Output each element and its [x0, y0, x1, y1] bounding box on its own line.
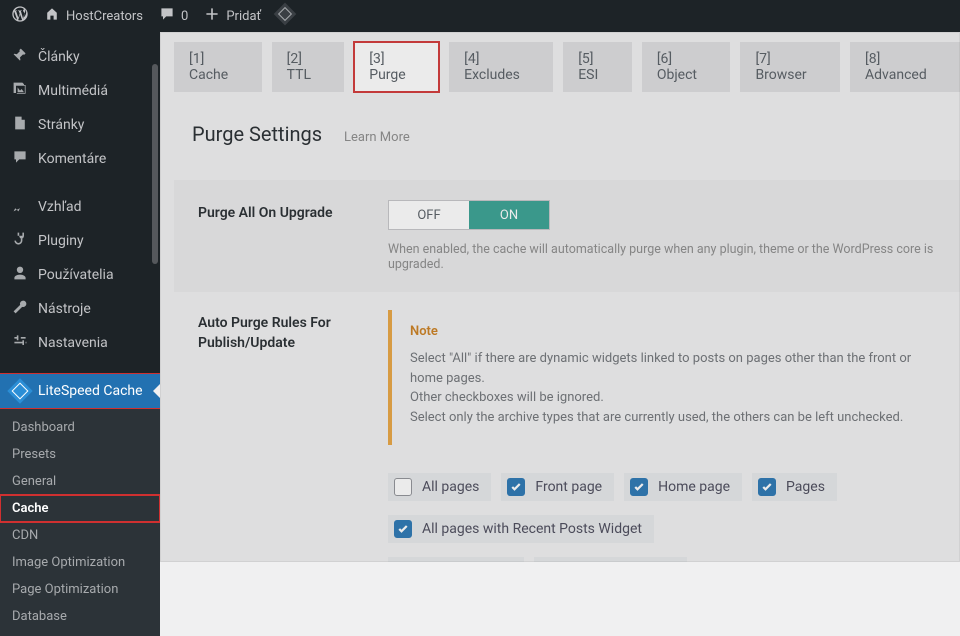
- purge-all-help: When enabled, the cache will automatical…: [388, 242, 960, 272]
- sidebar-item-label: Vzhľad: [38, 199, 82, 215]
- home-icon: [44, 6, 60, 26]
- learn-more-link[interactable]: Learn More: [344, 130, 410, 145]
- check-front-page[interactable]: Front page: [501, 473, 614, 501]
- tab-esi[interactable]: [5] ESI: [563, 42, 632, 92]
- site-name-label: HostCreators: [66, 9, 143, 24]
- media-icon: [10, 81, 30, 101]
- sidebar-item-label: Nastavenia: [38, 335, 108, 351]
- note-line: Select "All" if there are dynamic widget…: [410, 349, 930, 388]
- sidebar-item-litespeed[interactable]: LiteSpeed Cache: [0, 374, 160, 408]
- note-box: Note Select "All" if there are dynamic w…: [388, 310, 948, 445]
- litespeed-submenu: Dashboard Presets General Cache CDN Imag…: [0, 408, 160, 636]
- check-post-type-archive[interactable]: Post type archive: [534, 557, 687, 562]
- comments[interactable]: 0: [151, 0, 196, 32]
- sidebar-item-label: Nástroje: [38, 301, 91, 317]
- sidebar-item-label: LiteSpeed Cache: [38, 383, 143, 399]
- comment-icon: [159, 6, 175, 26]
- tab-ttl[interactable]: [2] TTL: [272, 42, 345, 92]
- tab-object[interactable]: [6] Object: [642, 42, 731, 92]
- page-icon: [10, 115, 30, 135]
- checkbox[interactable]: [394, 478, 412, 496]
- toggle-off[interactable]: OFF: [389, 201, 469, 229]
- litespeed-icon: [277, 6, 293, 26]
- sidebar-item-users[interactable]: Používatelia: [0, 258, 160, 292]
- checkbox[interactable]: [630, 478, 648, 496]
- check-label: All pages with Recent Posts Widget: [422, 521, 642, 537]
- tab-browser[interactable]: [7] Browser: [740, 42, 840, 92]
- main-content: [1] Cache [2] TTL [3] Purge [4] Excludes…: [160, 32, 960, 562]
- note-line: Select only the archive types that are c…: [410, 408, 930, 428]
- purge-checkboxes: All pages Front page Home page Page: [388, 473, 948, 562]
- litespeed-adminbar[interactable]: [269, 0, 301, 32]
- tab-excludes[interactable]: [4] Excludes: [449, 42, 553, 92]
- tab-cache[interactable]: [1] Cache: [174, 42, 262, 92]
- note-line: Other checkboxes will be ignored.: [410, 388, 930, 408]
- sidebar-item-label: Používatelia: [38, 267, 114, 283]
- wordpress-icon: [12, 6, 28, 26]
- auto-purge-label: Auto Purge Rules For Publish/Update: [198, 310, 388, 353]
- submenu-cache[interactable]: Cache: [0, 495, 160, 522]
- comments-count: 0: [181, 9, 188, 24]
- sidebar-item-appearance[interactable]: Vzhľad: [0, 190, 160, 224]
- checkbox[interactable]: [507, 478, 525, 496]
- purge-all-toggle[interactable]: OFF ON: [388, 200, 550, 230]
- check-label: All pages: [422, 479, 479, 495]
- tabs: [1] Cache [2] TTL [3] Purge [4] Excludes…: [174, 42, 960, 92]
- submenu-general[interactable]: General: [0, 468, 160, 495]
- sliders-icon: [10, 333, 30, 353]
- comment-icon: [10, 149, 30, 169]
- checkbox[interactable]: [394, 520, 412, 538]
- wrench-icon: [10, 299, 30, 319]
- admin-bar: HostCreators 0 Pridať: [0, 0, 960, 32]
- check-label: Home page: [658, 479, 730, 495]
- site-name[interactable]: HostCreators: [36, 0, 151, 32]
- check-home-page[interactable]: Home page: [624, 473, 742, 501]
- check-label: Pages: [786, 479, 825, 495]
- sidebar-item-posts[interactable]: Články: [0, 40, 160, 74]
- tab-advanced[interactable]: [8] Advanced: [850, 42, 960, 92]
- add-new[interactable]: Pridať: [196, 0, 269, 32]
- check-pages[interactable]: Pages: [752, 473, 837, 501]
- submenu-page-optimization[interactable]: Page Optimization: [0, 576, 160, 603]
- submenu-image-optimization[interactable]: Image Optimization: [0, 549, 160, 576]
- panel-purge-all: Purge All On Upgrade OFF ON When enabled…: [174, 180, 960, 292]
- check-recent-posts[interactable]: All pages with Recent Posts Widget: [388, 515, 654, 543]
- check-all-pages[interactable]: All pages: [388, 473, 491, 501]
- check-label: Front page: [535, 479, 602, 495]
- submenu-database[interactable]: Database: [0, 603, 160, 630]
- user-icon: [10, 265, 30, 285]
- panel-auto-purge: Auto Purge Rules For Publish/Update Note…: [174, 296, 960, 562]
- sidebar-item-tools[interactable]: Nástroje: [0, 292, 160, 326]
- brush-icon: [10, 197, 30, 217]
- checkbox[interactable]: [758, 478, 776, 496]
- sidebar-item-comments[interactable]: Komentáre: [0, 142, 160, 176]
- sidebar-item-label: Komentáre: [38, 151, 106, 167]
- admin-sidebar: Články Multimédiá Stránky Komentáre Vzhľ…: [0, 32, 160, 562]
- sidebar-item-label: Stránky: [38, 117, 84, 133]
- add-new-label: Pridať: [226, 9, 261, 24]
- sidebar-item-label: Články: [38, 49, 80, 65]
- tab-purge[interactable]: [3] Purge: [354, 42, 439, 92]
- purge-all-label: Purge All On Upgrade: [198, 200, 388, 224]
- submenu-cdn[interactable]: CDN: [0, 522, 160, 549]
- sidebar-item-plugins[interactable]: Pluginy: [0, 224, 160, 258]
- sidebar-item-label: Pluginy: [38, 233, 84, 249]
- page-title: Purge Settings: [192, 122, 322, 146]
- litespeed-icon: [10, 382, 30, 400]
- litespeed-menu-highlight: LiteSpeed Cache: [0, 374, 160, 408]
- note-title: Note: [410, 324, 930, 339]
- pin-icon: [10, 47, 30, 67]
- wp-logo[interactable]: [4, 0, 36, 32]
- submenu-presets[interactable]: Presets: [0, 441, 160, 468]
- plus-icon: [204, 6, 220, 26]
- sidebar-item-settings[interactable]: Nastavenia: [0, 326, 160, 360]
- sidebar-item-label: Multimédiá: [38, 83, 108, 99]
- sidebar-item-pages[interactable]: Stránky: [0, 108, 160, 142]
- toggle-on[interactable]: ON: [469, 201, 549, 229]
- submenu-dashboard[interactable]: Dashboard: [0, 414, 160, 441]
- check-author-archive[interactable]: Author archive: [388, 557, 524, 562]
- sidebar-item-media[interactable]: Multimédiá: [0, 74, 160, 108]
- plug-icon: [10, 231, 30, 251]
